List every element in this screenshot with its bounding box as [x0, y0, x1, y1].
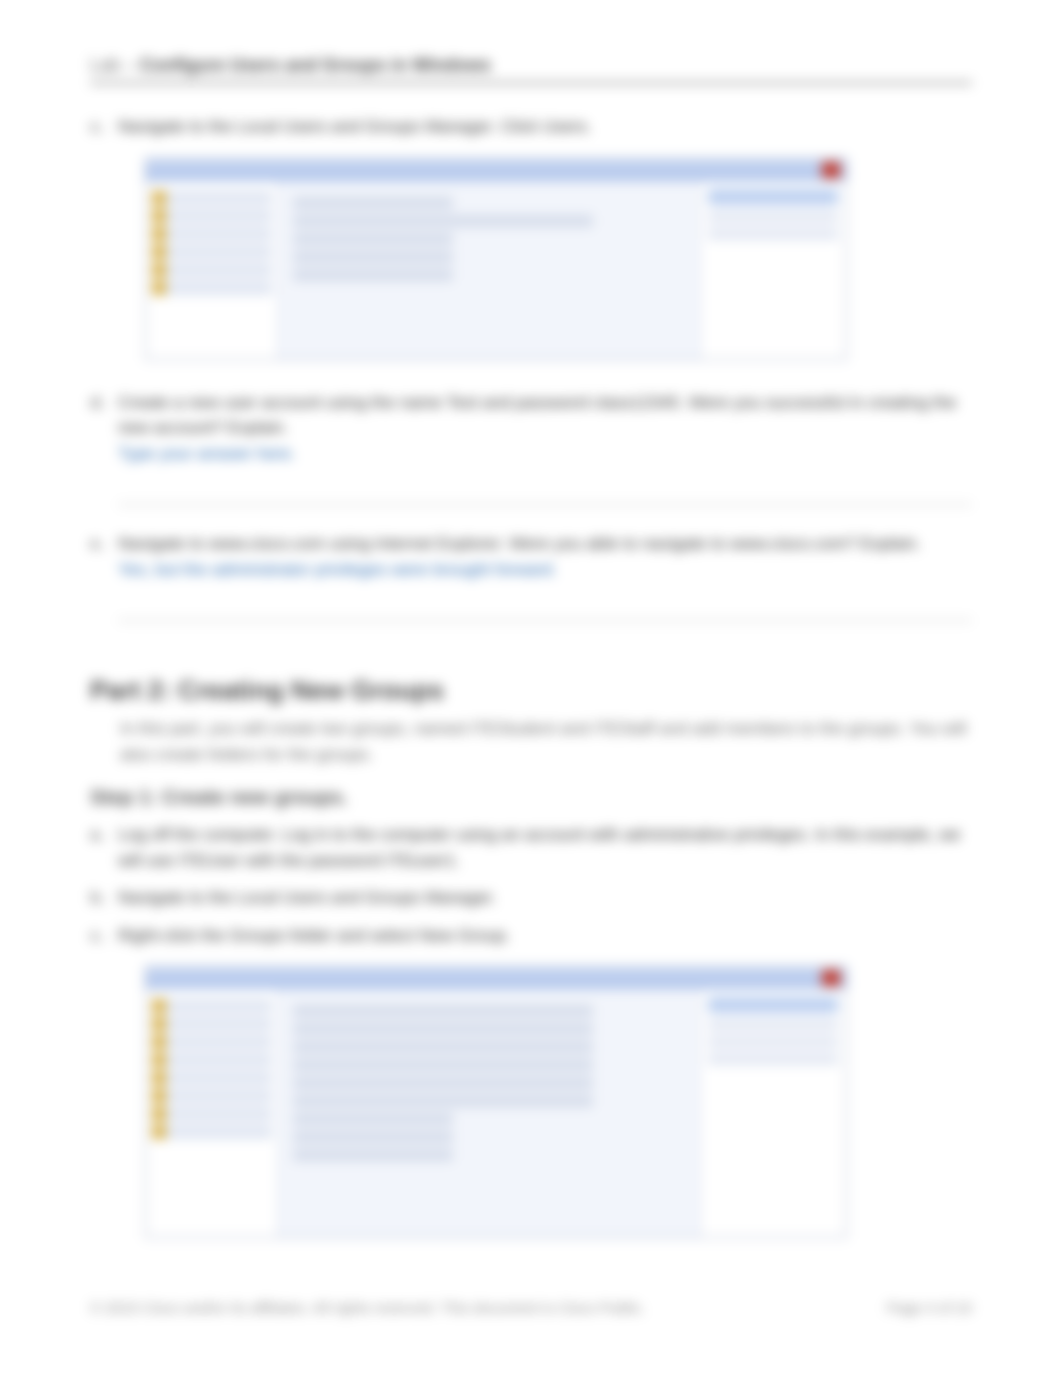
- step-bullet: a.: [90, 822, 118, 848]
- step-bullet: b.: [90, 885, 118, 911]
- step-text: Navigate to www.cisco.com using Internet…: [118, 531, 972, 635]
- screenshot-groups-manager: [145, 966, 847, 1238]
- page-content: Lab – Configure Users and Groups in Wind…: [90, 55, 972, 1267]
- answer-line: [118, 480, 972, 505]
- step-text: Create a new user account using the name…: [118, 390, 972, 520]
- p2-step-c: c. Right-click the Groups folder and sel…: [90, 923, 972, 949]
- window-title-bar: [146, 967, 846, 989]
- step-text: Navigate to the Local Users and Groups M…: [118, 885, 972, 911]
- p2-step-a: a. Log off the computer. Log in to the c…: [90, 822, 972, 873]
- step-d: d. Create a new user account using the n…: [90, 390, 972, 520]
- close-icon[interactable]: [822, 162, 840, 178]
- header-prefix: Lab –: [90, 55, 140, 75]
- step-text: Right-click the Groups folder and select…: [118, 923, 972, 949]
- p2-step-b: b. Navigate to the Local Users and Group…: [90, 885, 972, 911]
- answer-link[interactable]: Type your answer here.: [118, 444, 296, 463]
- nav-tree[interactable]: [146, 181, 279, 359]
- window-title-bar: [146, 159, 846, 181]
- step1-heading: Step 1: Create new groups.: [90, 787, 972, 810]
- close-icon[interactable]: [822, 970, 840, 986]
- footer-copyright: © 2015 Cisco and/or its affiliates. All …: [90, 1300, 645, 1317]
- actions-pane: [699, 989, 846, 1237]
- step-text: Log off the computer. Log in to the comp…: [118, 822, 972, 873]
- answer-line: [118, 596, 972, 621]
- answer-link[interactable]: Yes, but the administrator privileges we…: [118, 560, 557, 579]
- window-body: [146, 989, 846, 1237]
- header-title: Configure Users and Groups in Windows: [140, 55, 491, 75]
- step-e: e. Navigate to www.cisco.com using Inter…: [90, 531, 972, 635]
- content-pane: [279, 181, 699, 359]
- running-header: Lab – Configure Users and Groups in Wind…: [90, 55, 972, 84]
- step-c: c. Navigate to the Local Users and Group…: [90, 114, 972, 140]
- step-bullet: d.: [90, 390, 118, 416]
- step-bullet: c.: [90, 923, 118, 949]
- content-pane: [279, 989, 699, 1237]
- actions-pane: [699, 181, 846, 359]
- page-footer: © 2015 Cisco and/or its affiliates. All …: [90, 1300, 972, 1317]
- footer-page-number: Page 4 of 10: [887, 1300, 972, 1317]
- part2-heading: Part 2: Creating New Groups: [90, 675, 972, 706]
- step-text: Navigate to the Local Users and Groups M…: [118, 114, 972, 140]
- nav-tree[interactable]: [146, 989, 279, 1237]
- step-bullet: e.: [90, 531, 118, 557]
- screenshot-users-manager: [145, 158, 847, 360]
- part2-body: In this part, you will create two groups…: [120, 716, 972, 767]
- step-bullet: c.: [90, 114, 118, 140]
- window-body: [146, 181, 846, 359]
